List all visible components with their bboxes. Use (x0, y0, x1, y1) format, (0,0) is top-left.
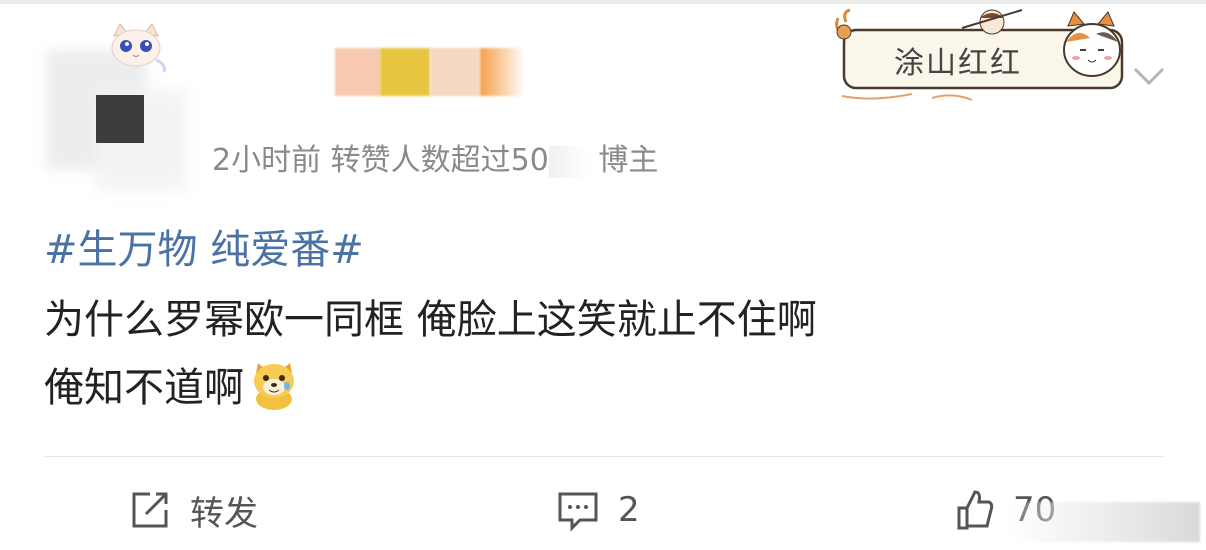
badge-label: 涂山红红 (894, 46, 1022, 81)
comment-count: 2 (618, 490, 640, 530)
post-meta-tail: 博主 (598, 143, 659, 178)
watermark-overlay (1010, 502, 1200, 542)
avatar-cat-icon (111, 23, 166, 72)
content-line-2: 俺知不道啊 (44, 354, 817, 422)
post-meta: 2小时前 转赞人数超过50 博主 (212, 135, 658, 179)
post-content: 为什么罗幂欧一同框 俺脸上这笑就止不住啊 俺知不道啊 (44, 286, 817, 422)
fan-badge[interactable]: 涂山红红 (832, 8, 1132, 102)
avatar[interactable] (46, 23, 196, 190)
divider (44, 456, 1164, 457)
repost-label: 转发 (190, 493, 258, 534)
avatar-pixel (96, 95, 144, 143)
doge-emoji-icon (254, 363, 294, 410)
repost-icon (132, 492, 168, 528)
like-icon (957, 490, 994, 530)
content-line-text: 俺知不道啊 (44, 365, 244, 411)
username-redacted[interactable] (335, 48, 525, 98)
content-line: 为什么罗幂欧一同框 俺脸上这笑就止不住啊 (44, 297, 817, 343)
top-edge (0, 0, 1206, 4)
repost-button[interactable]: 转发 (128, 486, 258, 534)
comment-icon (558, 492, 598, 532)
redacted-fade (548, 145, 589, 178)
post-meta-text: 2小时前 转赞人数超过50 (212, 143, 549, 178)
comment-button[interactable]: 2 (556, 486, 640, 534)
hashtag-link[interactable]: #生万物 纯爱番# (44, 217, 364, 275)
chevron-down-icon[interactable] (1132, 64, 1166, 88)
